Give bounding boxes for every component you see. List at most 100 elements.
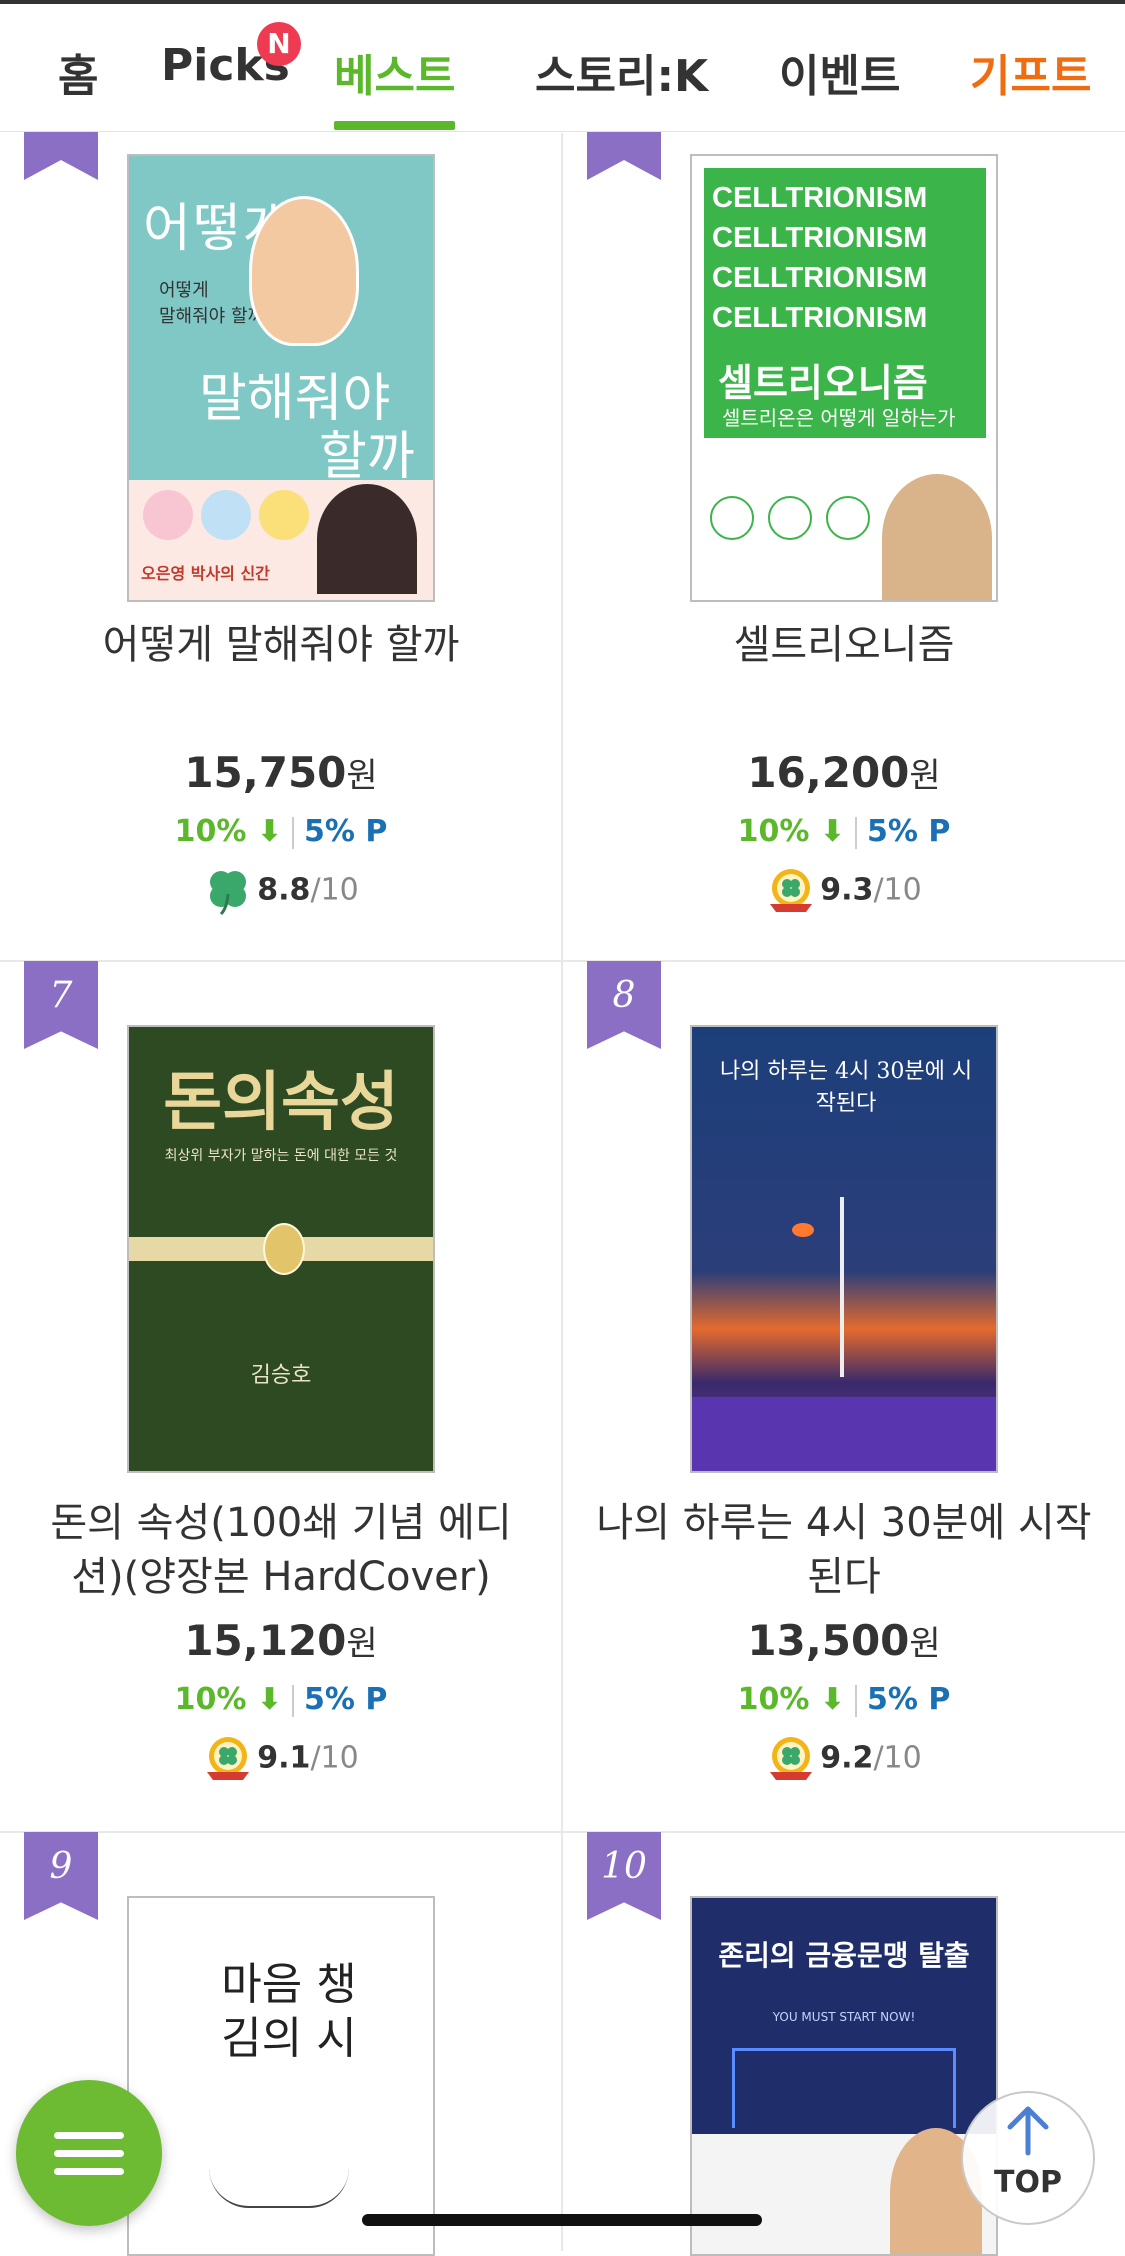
- book-cover[interactable]: CELLTRIONISM CELLTRIONISM CELLTRIONISM C…: [690, 154, 998, 602]
- rank-ribbon: [24, 130, 98, 180]
- discount-row: 10% ⬇ 5% P: [563, 1682, 1125, 1717]
- rating-score: 9.2: [820, 1740, 874, 1776]
- active-tab-underline: [334, 121, 456, 130]
- point-rate: 5% P: [304, 814, 388, 849]
- discount-percent: 10%: [174, 1682, 247, 1717]
- discount-row: 10% ⬇ 5% P: [563, 814, 1125, 849]
- cover-title-text: 할까: [319, 427, 415, 487]
- book-cover[interactable]: 존리의 금융문맹 탈출 YOU MUST START NOW!: [690, 1896, 998, 2256]
- price-value: 15,120: [184, 1616, 347, 1665]
- cover-celltrion-lines: CELLTRIONISM CELLTRIONISM CELLTRIONISM C…: [712, 182, 928, 334]
- arrow-up-icon: [1007, 2106, 1049, 2156]
- point-rate: 5% P: [867, 814, 951, 849]
- rating-score: 8.8: [257, 872, 311, 908]
- tab-best[interactable]: 베스트: [334, 40, 456, 130]
- rating-max: /10: [873, 872, 922, 908]
- cover-bottom-panel: [692, 1397, 996, 1471]
- cover-subtitle: 최상위 부자가 말하는 돈에 대한 모든 것: [164, 1148, 398, 1164]
- top-nav-bar: 홈 Picks N 베스트 스토리:K 이벤트 기프트: [0, 0, 1125, 132]
- book-title[interactable]: 나의 하루는 4시 30분에 시작된다: [593, 1496, 1095, 1604]
- cover-author-line: 오은영 박사의 신간: [141, 564, 270, 583]
- cover-title-text: 마음 챙김의 시: [221, 1959, 357, 2064]
- best-clover-badge-icon: [207, 1737, 250, 1780]
- rating-max: /10: [310, 1740, 359, 1776]
- rank-ribbon: 9: [24, 1832, 98, 1920]
- cover-author: 김승호: [250, 1363, 312, 1388]
- cover-title-text: 나의 하루는 4시 30분에 시작된다: [719, 1059, 973, 1116]
- rank-ribbon: 8: [587, 961, 661, 1049]
- price-currency: 원: [346, 1624, 378, 1664]
- cover-subtitle: YOU MUST START NOW!: [772, 2010, 916, 2024]
- divider: [292, 816, 295, 849]
- grid-divider-row: [0, 1831, 1125, 1833]
- point-rate: 5% P: [304, 1682, 388, 1717]
- down-arrow-icon: ⬇: [809, 814, 846, 849]
- rating-row: 8.8/10: [0, 866, 562, 916]
- price-currency: 원: [346, 756, 378, 796]
- down-arrow-icon: ⬇: [246, 1682, 283, 1717]
- clover-icon: [210, 871, 247, 916]
- top-label: TOP: [994, 2165, 1062, 2200]
- tab-gift[interactable]: 기프트: [970, 40, 1091, 130]
- home-indicator: [362, 2214, 762, 2226]
- best-clover-badge-icon: [770, 1737, 813, 1780]
- grid-divider-vertical: [561, 133, 563, 2251]
- rating-max: /10: [310, 872, 359, 908]
- book-price: 13,500원: [563, 1616, 1125, 1665]
- cover-maze: [732, 2048, 956, 2128]
- new-badge: N: [257, 22, 301, 66]
- divider: [855, 1684, 858, 1717]
- cover-bowl-illustration: [209, 2168, 349, 2208]
- cover-green-panel: CELLTRIONISM CELLTRIONISM CELLTRIONISM C…: [704, 168, 986, 438]
- cover-clock-hand: [840, 1197, 844, 1377]
- down-arrow-icon: ⬇: [246, 814, 283, 849]
- rating-row: 9.1/10: [0, 1734, 562, 1784]
- book-price: 15,120원: [0, 1616, 562, 1665]
- cover-title-text: 셀트리오니즘: [718, 361, 928, 405]
- book-title[interactable]: 셀트리오니즘: [593, 618, 1095, 672]
- rank-ribbon: [587, 130, 661, 180]
- book-price: 16,200원: [563, 748, 1125, 797]
- book-title[interactable]: 어떻게 말해줘야 할까: [30, 618, 532, 672]
- rating-score: 9.1: [257, 1740, 311, 1776]
- price-value: 15,750: [184, 748, 347, 797]
- book-cover[interactable]: 어떻게 어떻게 말해줘야 할까 말해줘야 할까 오은영 박사의 신간: [127, 154, 435, 602]
- tab-best-label: 베스트: [334, 51, 456, 102]
- point-rate: 5% P: [867, 1682, 951, 1717]
- down-arrow-icon: ⬇: [809, 1682, 846, 1717]
- rating-score: 9.3: [820, 872, 874, 908]
- tab-story-k[interactable]: 스토리:K: [535, 40, 708, 130]
- tab-home[interactable]: 홈: [58, 40, 98, 130]
- book-price: 15,750원: [0, 748, 562, 797]
- discount-percent: 10%: [737, 1682, 810, 1717]
- scroll-top-button[interactable]: TOP: [961, 2091, 1095, 2225]
- tab-event[interactable]: 이벤트: [779, 40, 900, 130]
- discount-row: 10% ⬇ 5% P: [0, 1682, 562, 1717]
- cover-title-text: 돈의속성: [163, 1066, 399, 1140]
- cover-portrait: [882, 474, 992, 600]
- cover-title-text: 존리의 금융문맹 탈출: [718, 1939, 970, 1972]
- menu-button[interactable]: [16, 2080, 162, 2226]
- rating-max: /10: [873, 1740, 922, 1776]
- rank-ribbon: 7: [24, 961, 98, 1049]
- price-value: 16,200: [747, 748, 910, 797]
- book-cover[interactable]: 나의 하루는 4시 30분에 시작된다: [690, 1025, 998, 1473]
- cover-subtitle: 셀트리온은 어떻게 일하는가: [722, 406, 956, 430]
- price-value: 13,500: [747, 1616, 910, 1665]
- price-currency: 원: [909, 1624, 941, 1664]
- rating-row: 9.2/10: [563, 1734, 1125, 1784]
- price-currency: 원: [909, 756, 941, 796]
- discount-percent: 10%: [174, 814, 247, 849]
- discount-row: 10% ⬇ 5% P: [0, 814, 562, 849]
- cover-bottom-panel: 오은영 박사의 신간: [129, 480, 433, 600]
- cover-illustration: [249, 196, 359, 346]
- book-cover[interactable]: 마음 챙김의 시: [127, 1896, 435, 2256]
- grid-divider-row: [0, 960, 1125, 962]
- rank-ribbon: 10: [587, 1832, 661, 1920]
- book-cover[interactable]: 돈의속성 최상위 부자가 말하는 돈에 대한 모든 것 김승호: [127, 1025, 435, 1473]
- cover-100-seal: [263, 1223, 305, 1275]
- discount-percent: 10%: [737, 814, 810, 849]
- divider: [292, 1684, 295, 1717]
- divider: [855, 816, 858, 849]
- book-title[interactable]: 돈의 속성(100쇄 기념 에디션)(양장본 HardCover): [30, 1496, 532, 1604]
